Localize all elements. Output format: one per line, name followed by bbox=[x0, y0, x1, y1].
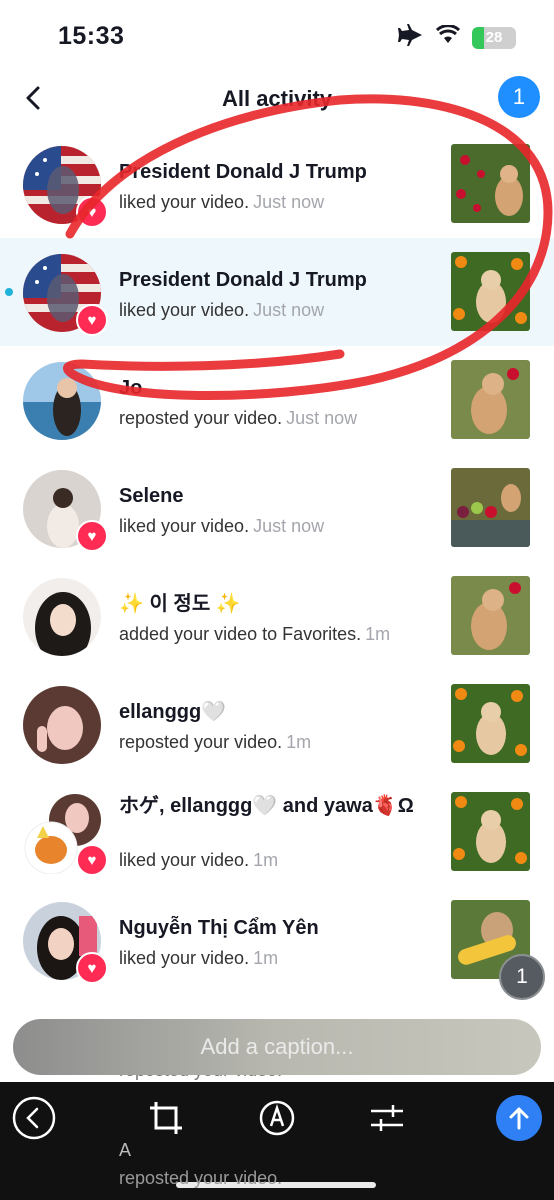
activity-text: added your video to Favorites. 1m bbox=[119, 624, 390, 645]
activity-action: liked your video. bbox=[119, 850, 250, 870]
back-circle-button[interactable] bbox=[12, 1096, 56, 1140]
activity-text: liked your video. 1m bbox=[119, 850, 278, 871]
activity-time: 1m bbox=[253, 948, 279, 968]
header: All activity 1 bbox=[0, 70, 554, 130]
activity-username[interactable]: ホゲ, ellanggg🤍 and yawa🫀Ω bbox=[119, 793, 439, 819]
activity-action: reposted your video. bbox=[119, 408, 283, 428]
video-thumbnail[interactable] bbox=[451, 144, 530, 223]
airplane-icon bbox=[398, 24, 424, 51]
activity-username[interactable]: President Donald J Trump bbox=[119, 268, 439, 292]
back-circle-icon bbox=[12, 1096, 56, 1140]
list-item[interactable]: ♥ Selene liked your video. Just now bbox=[0, 454, 554, 562]
activity-username[interactable]: ellanggg🤍 bbox=[119, 700, 439, 724]
heart-icon: ♥ bbox=[76, 952, 108, 984]
activity-list: ♥ President Donald J Trump liked your vi… bbox=[0, 130, 554, 994]
page-title: All activity bbox=[221, 86, 333, 111]
activity-action: reposted your video. bbox=[119, 732, 283, 752]
send-button[interactable] bbox=[496, 1095, 542, 1141]
unread-dot bbox=[5, 288, 13, 296]
avatar[interactable] bbox=[23, 362, 101, 440]
activity-time: Just now bbox=[253, 516, 325, 536]
list-item[interactable]: ♥ Nguyễn Thị Cẩm Yên liked your video. 1m bbox=[0, 886, 554, 994]
list-item[interactable]: Jo reposted your video. Just now bbox=[0, 346, 554, 454]
activity-time: 1m bbox=[286, 732, 312, 752]
activity-username[interactable]: Jo bbox=[119, 376, 439, 400]
activity-time: Just now bbox=[253, 300, 325, 320]
video-thumbnail[interactable] bbox=[451, 576, 530, 655]
activity-action: liked your video. bbox=[119, 948, 250, 968]
avatar[interactable] bbox=[23, 686, 101, 764]
caption-bar[interactable] bbox=[13, 1019, 541, 1075]
activity-time: 1m bbox=[253, 850, 279, 870]
crop-button[interactable] bbox=[144, 1096, 188, 1140]
activity-time: 1m bbox=[365, 624, 391, 644]
activity-time: Just now bbox=[286, 408, 358, 428]
activity-text: liked your video. 1m bbox=[119, 948, 278, 969]
list-item[interactable]: ✨ 이 정도 ✨ added your video to Favorites. 1… bbox=[0, 562, 554, 670]
activity-text: reposted your video. 1m bbox=[119, 732, 311, 753]
activity-username[interactable]: Nguyễn Thị Cẩm Yên bbox=[119, 916, 439, 940]
notification-count-badge[interactable]: 1 bbox=[498, 76, 540, 118]
status-time: 15:33 bbox=[58, 22, 125, 50]
activity-action: liked your video. bbox=[119, 300, 250, 320]
caption-input[interactable] bbox=[13, 1033, 541, 1061]
activity-text: liked your video. Just now bbox=[119, 300, 324, 321]
avatar[interactable] bbox=[23, 578, 101, 656]
heart-icon: ♥ bbox=[76, 196, 108, 228]
activity-text: liked your video. Just now bbox=[119, 516, 324, 537]
activity-username[interactable]: President Donald J Trump bbox=[119, 160, 439, 184]
status-bar: 15:33 28 bbox=[0, 0, 554, 70]
activity-username[interactable]: ✨ 이 정도 ✨ bbox=[119, 592, 439, 616]
battery-level: 28 bbox=[485, 29, 503, 46]
list-item[interactable]: ♥ ホゲ, ellanggg🤍 and yawa🫀Ω liked your vi… bbox=[0, 778, 554, 886]
crop-icon bbox=[150, 1102, 182, 1134]
activity-text: liked your video. Just now bbox=[119, 192, 324, 213]
send-arrow-icon bbox=[509, 1107, 529, 1130]
heart-icon: ♥ bbox=[76, 844, 108, 876]
video-thumbnail[interactable] bbox=[451, 360, 530, 439]
activity-username-partial: A bbox=[119, 1140, 132, 1160]
activity-action-partial: reposted your video. bbox=[119, 1168, 283, 1188]
activity-username[interactable]: Selene bbox=[119, 484, 439, 508]
video-thumbnail[interactable] bbox=[451, 468, 530, 547]
activity-action: liked your video. bbox=[119, 516, 250, 536]
battery-icon: 28 bbox=[472, 26, 516, 49]
list-item[interactable]: ♥ President Donald J Trump liked your vi… bbox=[0, 130, 554, 238]
list-item[interactable]: ellanggg🤍 reposted your video. 1m bbox=[0, 670, 554, 778]
markup-button[interactable] bbox=[255, 1096, 299, 1140]
adjust-button[interactable] bbox=[365, 1096, 409, 1140]
media-count-badge[interactable]: 1 bbox=[499, 954, 545, 1000]
video-thumbnail[interactable] bbox=[451, 792, 530, 871]
activity-time: Just now bbox=[253, 192, 325, 212]
activity-text: reposted your video. Just now bbox=[119, 408, 357, 429]
heart-icon: ♥ bbox=[76, 304, 108, 336]
activity-action: liked your video. bbox=[119, 192, 250, 212]
list-item[interactable]: ♥ President Donald J Trump liked your vi… bbox=[0, 238, 554, 346]
adjust-icon bbox=[371, 1105, 403, 1131]
video-thumbnail[interactable] bbox=[451, 684, 530, 763]
heart-icon: ♥ bbox=[76, 520, 108, 552]
activity-action: added your video to Favorites. bbox=[119, 624, 362, 644]
wifi-icon bbox=[435, 24, 461, 50]
markup-pen-icon bbox=[259, 1100, 295, 1136]
video-thumbnail[interactable] bbox=[451, 252, 530, 331]
status-icons: 28 bbox=[398, 24, 516, 51]
